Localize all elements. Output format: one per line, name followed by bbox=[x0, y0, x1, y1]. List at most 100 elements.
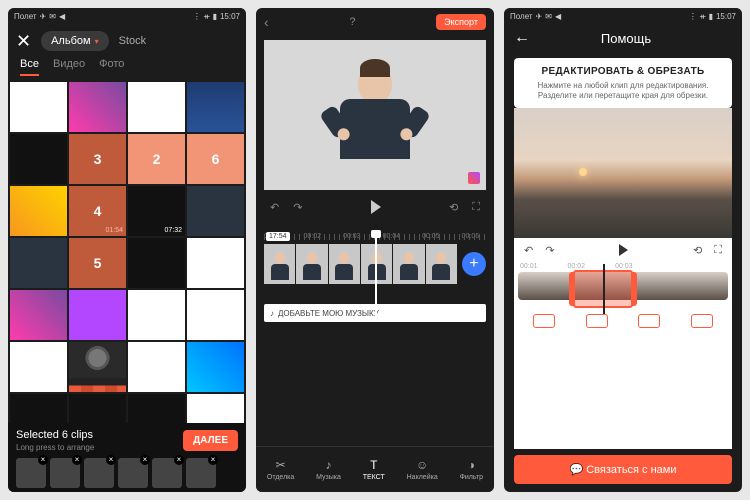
media-thumb[interactable] bbox=[128, 82, 185, 132]
media-thumb[interactable] bbox=[187, 186, 244, 236]
redo-icon[interactable]: ↷ bbox=[293, 201, 302, 214]
media-thumb[interactable] bbox=[69, 290, 126, 340]
toolbar-текст[interactable]: TТЕКСТ bbox=[363, 458, 385, 481]
play-button[interactable] bbox=[619, 244, 628, 256]
media-thumb[interactable] bbox=[187, 394, 244, 423]
media-thumb[interactable] bbox=[69, 82, 126, 132]
demo-timeline[interactable] bbox=[518, 272, 728, 306]
media-thumb[interactable] bbox=[69, 394, 126, 423]
demo-ruler: 00:0100:0200:03 bbox=[514, 263, 732, 270]
split-tool[interactable] bbox=[533, 314, 555, 328]
playback-controls: ↶ ↷ ⟲ ⛶ bbox=[256, 190, 494, 224]
vibrate-icon: ᚑ bbox=[204, 12, 210, 21]
tab-photo[interactable]: Фото bbox=[99, 58, 124, 76]
media-thumb[interactable] bbox=[187, 82, 244, 132]
media-thumb[interactable] bbox=[10, 82, 67, 132]
split-tool[interactable] bbox=[691, 314, 713, 328]
media-thumb[interactable] bbox=[10, 394, 67, 423]
add-clip-button[interactable]: + bbox=[462, 252, 486, 276]
selected-count: Selected 6 clips bbox=[16, 429, 94, 441]
media-thumb[interactable] bbox=[10, 238, 67, 288]
media-thumb[interactable] bbox=[128, 290, 185, 340]
фильтр-icon: ◑ bbox=[468, 458, 475, 472]
redo-icon[interactable]: ↷ bbox=[545, 244, 554, 257]
selected-chip[interactable] bbox=[84, 458, 114, 488]
back-icon[interactable]: ‹ bbox=[264, 14, 269, 30]
selected-chip[interactable] bbox=[186, 458, 216, 488]
status-bar: Полет ✈ ✉ ◀ ⋮ ᚑ ▮ 15:07 bbox=[504, 8, 742, 24]
stock-tab[interactable]: Stock bbox=[119, 35, 147, 47]
close-icon[interactable]: ✕ bbox=[16, 31, 31, 52]
media-thumb[interactable]: 5 bbox=[69, 238, 126, 288]
card-title: РЕДАКТИРОВАТЬ & ОБРЕЗАТЬ bbox=[524, 66, 722, 77]
selected-chip[interactable] bbox=[118, 458, 148, 488]
toolbar-фильтр[interactable]: ◑Фильтр bbox=[460, 458, 484, 481]
музыка-icon: ♪ bbox=[326, 458, 332, 472]
status-carrier: Полет bbox=[510, 12, 533, 21]
fullscreen-icon[interactable]: ⛶ bbox=[714, 244, 722, 257]
timeline-clip[interactable] bbox=[393, 244, 424, 284]
playhead[interactable] bbox=[603, 264, 605, 314]
toolbar-наклейка[interactable]: ☺Наклейка bbox=[407, 458, 438, 481]
status-time: 15:07 bbox=[220, 12, 240, 21]
media-thumb[interactable]: 401:54 bbox=[69, 186, 126, 236]
play-button[interactable] bbox=[371, 200, 381, 214]
chat-icon: 💬 bbox=[569, 464, 586, 476]
contact-label: Связаться с нами bbox=[586, 464, 676, 476]
page-title: Помощь bbox=[540, 31, 712, 46]
playhead[interactable] bbox=[375, 234, 377, 320]
media-thumb[interactable] bbox=[187, 342, 244, 392]
picker-footer: Selected 6 clips Long press to arrange Д… bbox=[8, 423, 246, 492]
media-thumb[interactable] bbox=[10, 186, 67, 236]
media-thumb[interactable]: 07:32 bbox=[128, 186, 185, 236]
battery-icon: ▮ bbox=[709, 12, 713, 21]
loop-icon[interactable]: ⟲ bbox=[449, 201, 458, 214]
watermark-icon bbox=[468, 172, 480, 184]
loop-icon[interactable]: ⟲ bbox=[693, 244, 702, 257]
timeline-clip[interactable] bbox=[264, 244, 295, 284]
back-icon[interactable]: ← bbox=[514, 29, 530, 47]
tab-video[interactable]: Видео bbox=[53, 58, 85, 76]
fullscreen-icon[interactable]: ⛶ bbox=[472, 201, 480, 214]
media-grid[interactable]: 326 401:5407:325 bbox=[8, 82, 246, 423]
media-thumb[interactable] bbox=[187, 238, 244, 288]
undo-icon[interactable]: ↶ bbox=[270, 201, 279, 214]
status-time: 15:07 bbox=[716, 12, 736, 21]
mail-icon: ✉ bbox=[545, 12, 552, 21]
video-preview[interactable] bbox=[264, 40, 486, 190]
media-thumb[interactable]: 6 bbox=[187, 134, 244, 184]
media-type-tabs: Все Видео Фото bbox=[8, 58, 246, 82]
split-tool[interactable] bbox=[638, 314, 660, 328]
album-dropdown[interactable]: Альбом ▾ bbox=[41, 31, 108, 51]
media-thumb[interactable] bbox=[69, 342, 126, 392]
timeline[interactable]: 17:54 + bbox=[256, 244, 494, 300]
help-icon[interactable]: ? bbox=[349, 16, 355, 28]
timeline-clip[interactable] bbox=[329, 244, 360, 284]
media-thumb[interactable] bbox=[10, 342, 67, 392]
selected-chip[interactable] bbox=[152, 458, 182, 488]
selected-chip[interactable] bbox=[50, 458, 80, 488]
media-thumb[interactable]: 3 bbox=[69, 134, 126, 184]
export-button[interactable]: Экспорт bbox=[436, 14, 486, 30]
media-thumb[interactable] bbox=[128, 394, 185, 423]
отделка-icon: ✂ bbox=[276, 458, 286, 472]
timeline-clip[interactable] bbox=[426, 244, 457, 284]
media-thumb[interactable] bbox=[128, 238, 185, 288]
toolbar-отделка[interactable]: ✂Отделка bbox=[267, 458, 294, 481]
selected-strip[interactable] bbox=[16, 458, 238, 488]
media-thumb[interactable] bbox=[10, 290, 67, 340]
media-thumb[interactable] bbox=[10, 134, 67, 184]
selected-chip[interactable] bbox=[16, 458, 46, 488]
contact-button[interactable]: 💬 Связаться с нами bbox=[514, 455, 732, 484]
next-button[interactable]: ДАЛЕЕ bbox=[183, 430, 238, 451]
help-demo-area: ◂ ⧉ ↶ ↷ ⟲ ⛶ 00:0100:0200:03 bbox=[514, 108, 732, 449]
media-thumb[interactable] bbox=[187, 290, 244, 340]
media-thumb[interactable] bbox=[128, 342, 185, 392]
status-carrier: Полет bbox=[14, 12, 37, 21]
split-tool[interactable] bbox=[586, 314, 608, 328]
media-thumb[interactable]: 2 bbox=[128, 134, 185, 184]
timeline-clip[interactable] bbox=[296, 244, 327, 284]
toolbar-музыка[interactable]: ♪Музыка bbox=[316, 458, 341, 481]
tab-all[interactable]: Все bbox=[20, 58, 39, 76]
undo-icon[interactable]: ↶ bbox=[524, 244, 533, 257]
